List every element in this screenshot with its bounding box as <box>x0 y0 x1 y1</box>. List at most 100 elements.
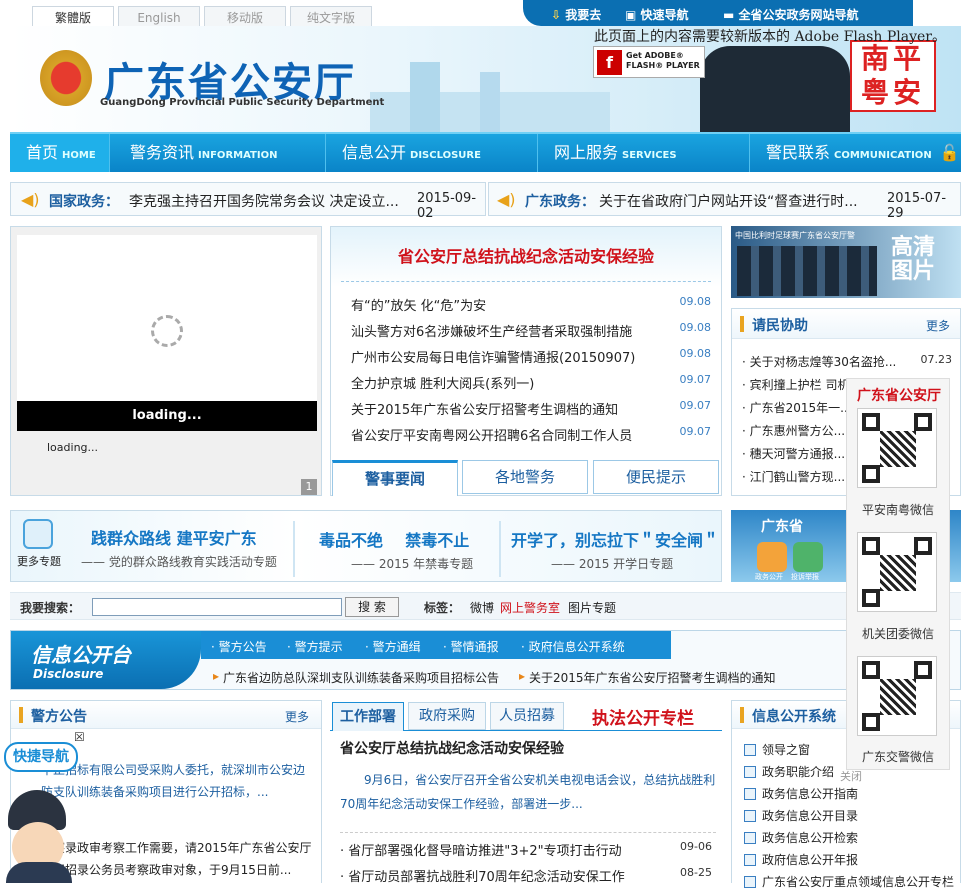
sys-item[interactable]: 广东省公安厅重点领域信息公开专栏 <box>744 871 960 893</box>
search-button[interactable]: 搜 索 <box>345 597 399 617</box>
list-item[interactable]: · 关于对杨志煌等30名盗抢... 07.23 <box>742 353 952 370</box>
sys-item[interactable]: 政务信息公开检索 <box>744 827 960 849</box>
news-date: 09.08 <box>679 295 712 308</box>
tower-graphic <box>410 62 440 132</box>
gd-label: 广东政务： <box>525 194 595 210</box>
sys-item[interactable]: 政务信息公开目录 <box>744 805 960 827</box>
tab-recruit[interactable]: 人员招募 <box>490 702 564 730</box>
divider <box>340 832 716 833</box>
tab-traditional[interactable]: 繁體版 <box>32 6 114 28</box>
announce-item-1[interactable]: 中正招标有限公司受采购人委托，就深圳市公安边防支队训练装备采购项目进行公开招标，… <box>41 759 313 803</box>
list-item[interactable]: 省公安厅平安南粤网公开招聘6名合同制工作人员 09.07 <box>351 425 711 444</box>
tab-mobile[interactable]: 移动版 <box>204 6 286 28</box>
special-3-sub: —— 2015 开学日专题 <box>551 557 674 571</box>
sys-item-label: 领导之窗 <box>762 743 811 757</box>
goto-label: 我要去 <box>565 8 602 22</box>
law-column-title[interactable]: 执法公开专栏 <box>592 704 694 729</box>
nav-services[interactable]: 网上服务 SERVICES <box>538 134 750 172</box>
news-title: 广州市公安局每日电信诈骗警情通报(20150907) <box>351 351 636 366</box>
slide-caption: loading... <box>17 401 317 431</box>
sys-item[interactable]: 政务信息公开指南 <box>744 783 960 805</box>
list-item[interactable]: 汕头警方对6名涉嫌破坏生产经营者采取强制措施 09.08 <box>351 321 711 340</box>
header-marker <box>19 707 23 723</box>
slideshow[interactable]: loading... loading... 1 <box>10 226 322 496</box>
floating-close[interactable]: 关闭 <box>840 768 862 784</box>
special-1-title[interactable]: 践群众路线 建平安广东 <box>91 525 257 549</box>
menu-wanted[interactable]: · 警方通缉 <box>365 638 421 655</box>
nav-home[interactable]: 首页 HOME <box>10 134 110 172</box>
tab-public-tips[interactable]: 便民提示 <box>593 460 719 494</box>
quick-nav-close-icon[interactable]: ☒ <box>74 730 85 744</box>
nav-disclosure[interactable]: 信息公开 DISCLOSURE <box>326 134 538 172</box>
speaker-icon: ◀) <box>497 190 516 209</box>
news-date: 09.08 <box>679 321 712 334</box>
sys-item-label: 政务信息公开检索 <box>762 831 859 845</box>
document-icon <box>744 854 756 866</box>
sys-item-label: 政务信息公开目录 <box>762 809 859 823</box>
special-2-title[interactable]: 毒品不绝 禁毒不止 <box>319 527 469 551</box>
assist-item-title: 广东惠州警方公... <box>749 424 846 438</box>
province-sites-link[interactable]: ▬ 全省公安政务网站导航 <box>723 6 859 23</box>
menu-police-report[interactable]: · 警情通报 <box>443 638 499 655</box>
notice-link-1[interactable]: 广东省边防总队深圳支队训练装备采购项目招标公告 <box>223 669 499 686</box>
menu-police-notice[interactable]: · 警方公告 <box>211 638 267 655</box>
list-item[interactable]: 全力护京城 胜利大阅兵(系列一) 09.07 <box>351 373 711 392</box>
announce-item-2[interactable]: 考察录政审考察工作需要，请2015年广东省公安厅公开招录公务员考察政审对象，于9… <box>41 837 313 881</box>
search-input[interactable] <box>92 598 342 616</box>
qr-code-icon <box>857 656 937 736</box>
work-summary[interactable]: 9月6日，省公安厅召开全省公安机关电视电话会议，总结抗战胜利70周年纪念活动安保… <box>340 768 716 816</box>
document-icon <box>744 766 756 778</box>
tab-police-news[interactable]: 警事要闻 <box>332 460 458 496</box>
notice-link-2[interactable]: 关于2015年广东省公安厅招警考生调档的通知 <box>529 669 776 686</box>
tag-photo[interactable]: 图片专题 <box>568 599 616 616</box>
goto-link[interactable]: ⇩ 我要去 <box>551 6 601 23</box>
menu-gov-info[interactable]: · 政府信息公开系统 <box>521 638 625 655</box>
more-specials-link[interactable]: 更多专题 <box>17 553 61 569</box>
list-item[interactable]: 关于2015年广东省公安厅招警考生调档的通知 09.07 <box>351 399 711 418</box>
sys-title: 信息公开系统 <box>752 709 836 725</box>
flash-player-badge[interactable]: f Get ADOBE® FLASH® PLAYER <box>593 46 705 78</box>
document-icon <box>744 810 756 822</box>
list-item[interactable]: 广州市公安局每日电信诈骗警情通报(20150907) 09.08 <box>351 347 711 366</box>
news-title: 关于2015年广东省公安厅招警考生调档的通知 <box>351 403 619 418</box>
tab-text-only[interactable]: 纯文字版 <box>290 6 372 28</box>
tag-online-police[interactable]: 网上警务室 <box>500 599 560 616</box>
sys-item[interactable]: 政府信息公开年报 <box>744 849 960 871</box>
service-icon-label: 政务公开 <box>755 573 783 581</box>
assist-item-title: 宾利撞上护栏 司机... <box>749 378 861 392</box>
nav-information-en: INFORMATION <box>198 150 278 161</box>
announce-more-link[interactable]: 更多 <box>285 708 309 725</box>
menu-police-tips[interactable]: · 警方提示 <box>287 638 343 655</box>
tab-work[interactable]: 工作部署 <box>332 702 404 731</box>
disclosure-bar: 信息公开台 Disclosure · 警方公告 · 警方提示 · 警方通缉 · … <box>10 630 961 690</box>
gd-news-link[interactable]: 关于在省政府门户网站开设“督查进行时... <box>599 191 858 211</box>
list-item[interactable]: · 省厅动员部署抗战胜利70周年纪念活动安保工作 08-25 <box>340 866 712 885</box>
lock-icon: 🔓 <box>939 143 960 162</box>
document-icon <box>744 876 756 888</box>
announce-title: 警方公告 <box>31 709 87 725</box>
hd-photo-title: 高清 图片 <box>891 236 935 284</box>
disclosure-logo: 信息公开台 Disclosure <box>11 631 201 689</box>
list-item[interactable]: · 省厅部署强化督导暗访推进"3+2"专项打击行动 09-06 <box>340 840 712 859</box>
sys-item-label: 政务职能介绍 <box>762 765 835 779</box>
tab-english[interactable]: English <box>118 6 200 28</box>
assist-more-link[interactable]: 更多 <box>926 317 950 334</box>
slide-page-button[interactable]: 1 <box>301 479 317 495</box>
national-news-link[interactable]: 李克强主持召开国务院常务会议 决定设立... <box>129 191 399 211</box>
hd-photo-banner[interactable]: 中国比利时足球赛广东省公安厅警 高清 图片 <box>731 226 961 298</box>
special-3-title[interactable]: 开学了，别忘拉下＂安全闸＂ <box>511 527 719 551</box>
nav-information[interactable]: 警务资讯 INFORMATION <box>110 134 326 172</box>
header-marker <box>740 707 744 723</box>
tab-local-police[interactable]: 各地警务 <box>462 460 588 494</box>
work-headline[interactable]: 省公安厅总结抗战纪念活动安保经验 <box>340 738 564 758</box>
news-headline[interactable]: 省公安厅总结抗战纪念活动安保经验 <box>331 243 721 267</box>
tab-procurement[interactable]: 政府采购 <box>408 702 486 730</box>
disclosure-logo-text: 信息公开台 <box>31 643 131 667</box>
list-item[interactable]: 有“的”放矢 化“危”为安 09.08 <box>351 295 711 314</box>
tag-weibo[interactable]: 微博 <box>470 599 494 616</box>
window-icon: ▣ <box>625 8 641 22</box>
nav-communication[interactable]: 警民联系 COMMUNICATION 🔓 <box>750 134 961 172</box>
quick-nav-bubble[interactable]: 快捷导航 <box>4 742 78 772</box>
sys-item-label: 广东省公安厅重点领域信息公开专栏 <box>762 875 955 889</box>
quick-nav-link[interactable]: ▣ 快速导航 <box>625 6 689 23</box>
